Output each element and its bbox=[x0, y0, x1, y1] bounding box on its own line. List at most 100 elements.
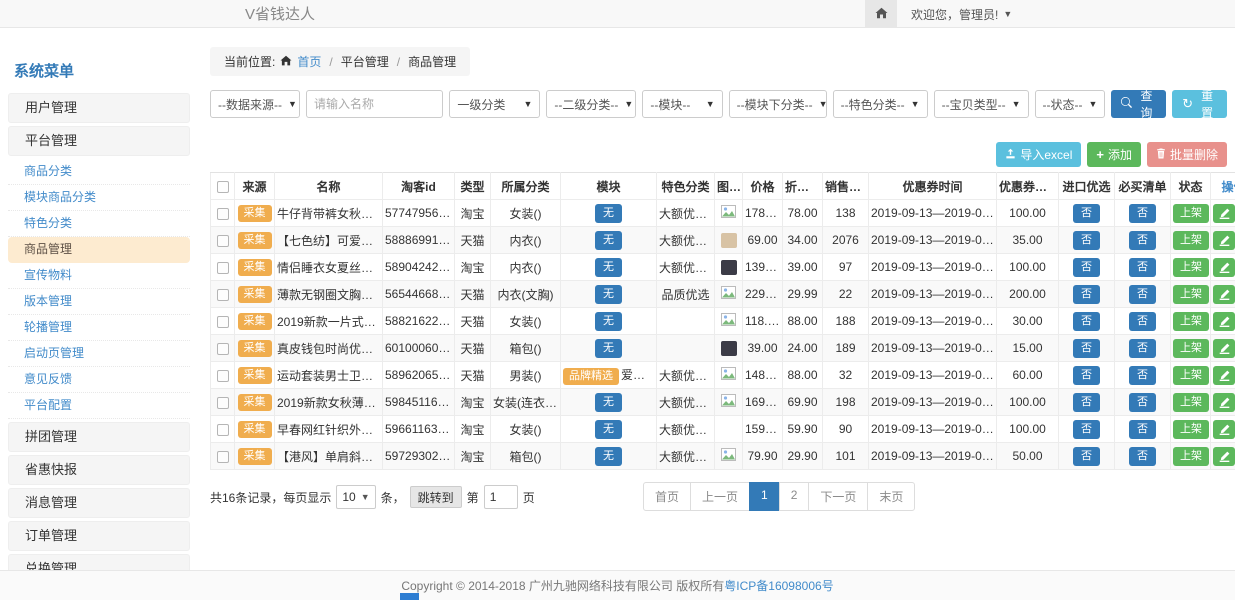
row-checkbox[interactable] bbox=[217, 235, 229, 247]
sidebar-item-platform-management[interactable]: 平台管理 bbox=[8, 126, 190, 156]
row-checkbox[interactable] bbox=[217, 316, 229, 328]
sidebar-item-goods-management[interactable]: 商品管理 bbox=[8, 237, 190, 263]
pager-item-首页[interactable]: 首页 bbox=[643, 482, 691, 511]
feature-category-select[interactable]: --特色分类--▼ bbox=[833, 90, 928, 118]
sidebar-item-module-goods-category[interactable]: 模块商品分类 bbox=[8, 185, 190, 211]
status-select[interactable]: --状态--▼ bbox=[1035, 90, 1106, 118]
import-optional-toggle[interactable]: 否 bbox=[1073, 285, 1100, 304]
must-buy-toggle[interactable]: 否 bbox=[1129, 420, 1156, 439]
must-buy-toggle[interactable]: 否 bbox=[1129, 258, 1156, 277]
import-optional-toggle[interactable]: 否 bbox=[1073, 231, 1100, 250]
status-badge[interactable]: 上架 bbox=[1173, 258, 1209, 277]
row-checkbox[interactable] bbox=[217, 262, 229, 274]
edit-button[interactable] bbox=[1213, 285, 1235, 304]
cell-type: 淘宝 bbox=[455, 389, 491, 416]
status-badge[interactable]: 上架 bbox=[1173, 420, 1209, 439]
import-optional-toggle[interactable]: 否 bbox=[1073, 258, 1100, 277]
edit-button[interactable] bbox=[1213, 393, 1235, 412]
sidebar-item-order-management[interactable]: 订单管理 bbox=[8, 521, 190, 551]
cell-category: 箱包() bbox=[491, 335, 561, 362]
row-checkbox[interactable] bbox=[217, 289, 229, 301]
sidebar-item-carousel-management[interactable]: 轮播管理 bbox=[8, 315, 190, 341]
row-checkbox[interactable] bbox=[217, 424, 229, 436]
user-menu[interactable]: 欢迎您，管理员! ▼ bbox=[897, 6, 1026, 23]
sidebar-item-splash-page-management[interactable]: 启动页管理 bbox=[8, 341, 190, 367]
row-checkbox[interactable] bbox=[217, 451, 229, 463]
edit-button[interactable] bbox=[1213, 420, 1235, 439]
sidebar-item-message-management[interactable]: 消息管理 bbox=[8, 488, 190, 518]
sidebar-item-goods-category[interactable]: 商品分类 bbox=[8, 159, 190, 185]
jump-button[interactable]: 跳转到 bbox=[410, 486, 462, 508]
select-all-checkbox[interactable] bbox=[217, 181, 229, 193]
page-number-input[interactable] bbox=[484, 485, 518, 509]
pager-item-2[interactable]: 2 bbox=[779, 482, 810, 511]
sidebar-item-feedback[interactable]: 意见反馈 bbox=[8, 367, 190, 393]
sidebar-item-feature-category[interactable]: 特色分类 bbox=[8, 211, 190, 237]
import-optional-toggle[interactable]: 否 bbox=[1073, 393, 1100, 412]
edit-button[interactable] bbox=[1213, 366, 1235, 385]
must-buy-toggle[interactable]: 否 bbox=[1129, 285, 1156, 304]
import-optional-toggle[interactable]: 否 bbox=[1073, 339, 1100, 358]
reset-button[interactable]: ↻ 重置 bbox=[1172, 90, 1227, 118]
must-buy-toggle[interactable]: 否 bbox=[1129, 393, 1156, 412]
breadcrumb-home-link[interactable]: 首页 bbox=[297, 53, 321, 70]
module-sub-category-select[interactable]: --模块下分类--▼ bbox=[729, 90, 827, 118]
category-level1-select[interactable]: 一级分类▼ bbox=[449, 90, 540, 118]
sidebar-item-promo-material[interactable]: 宣传物料 bbox=[8, 263, 190, 289]
must-buy-toggle[interactable]: 否 bbox=[1129, 339, 1156, 358]
pager-item-1[interactable]: 1 bbox=[749, 482, 780, 511]
cell-coupon-amount: 35.00 bbox=[997, 227, 1059, 254]
status-badge[interactable]: 上架 bbox=[1173, 312, 1209, 331]
status-badge[interactable]: 上架 bbox=[1173, 285, 1209, 304]
must-buy-toggle[interactable]: 否 bbox=[1129, 366, 1156, 385]
edit-button[interactable] bbox=[1213, 447, 1235, 466]
data-source-select[interactable]: --数据来源--▼ bbox=[210, 90, 300, 118]
sidebar-item-saving-express[interactable]: 省惠快报 bbox=[8, 455, 190, 485]
search-button[interactable]: 查询 bbox=[1111, 90, 1166, 118]
per-page-select[interactable]: 10 ▼ bbox=[336, 485, 375, 509]
home-button[interactable] bbox=[865, 0, 897, 28]
row-checkbox[interactable] bbox=[217, 397, 229, 409]
edit-button[interactable] bbox=[1213, 231, 1235, 250]
status-badge[interactable]: 上架 bbox=[1173, 231, 1209, 250]
row-checkbox[interactable] bbox=[217, 370, 229, 382]
status-badge[interactable]: 上架 bbox=[1173, 447, 1209, 466]
status-badge[interactable]: 上架 bbox=[1173, 204, 1209, 223]
pager-item-末页[interactable]: 末页 bbox=[867, 482, 915, 511]
cell-icon bbox=[715, 362, 743, 389]
edit-button[interactable] bbox=[1213, 258, 1235, 277]
name-input[interactable] bbox=[314, 97, 435, 111]
batch-delete-button[interactable]: 批量删除 bbox=[1147, 142, 1227, 167]
sidebar-item-version-management[interactable]: 版本管理 bbox=[8, 289, 190, 315]
row-checkbox[interactable] bbox=[217, 343, 229, 355]
status-badge[interactable]: 上架 bbox=[1173, 366, 1209, 385]
edit-button[interactable] bbox=[1213, 204, 1235, 223]
category-level2-select[interactable]: --二级分类--▼ bbox=[546, 90, 636, 118]
breadcrumb-item-platform[interactable]: 平台管理 bbox=[341, 53, 389, 70]
item-type-select[interactable]: --宝贝类型--▼ bbox=[934, 90, 1029, 118]
import-optional-toggle[interactable]: 否 bbox=[1073, 366, 1100, 385]
status-badge[interactable]: 上架 bbox=[1173, 393, 1209, 412]
pager-item-下一页[interactable]: 下一页 bbox=[808, 482, 868, 511]
import-optional-toggle[interactable]: 否 bbox=[1073, 204, 1100, 223]
status-badge[interactable]: 上架 bbox=[1173, 339, 1209, 358]
module-select[interactable]: --模块--▼ bbox=[642, 90, 722, 118]
pager-item-上一页[interactable]: 上一页 bbox=[690, 482, 750, 511]
row-checkbox[interactable] bbox=[217, 208, 229, 220]
import-optional-toggle[interactable]: 否 bbox=[1073, 447, 1100, 466]
must-buy-toggle[interactable]: 否 bbox=[1129, 231, 1156, 250]
must-buy-toggle[interactable]: 否 bbox=[1129, 312, 1156, 331]
icp-link[interactable]: 粤ICP备16098006号 bbox=[724, 577, 833, 594]
import-optional-toggle[interactable]: 否 bbox=[1073, 312, 1100, 331]
sidebar-item-user-management[interactable]: 用户管理 bbox=[8, 93, 190, 123]
edit-button[interactable] bbox=[1213, 312, 1235, 331]
must-buy-toggle[interactable]: 否 bbox=[1129, 204, 1156, 223]
module-none-badge: 无 bbox=[595, 339, 622, 358]
import-excel-button[interactable]: 导入excel bbox=[996, 142, 1081, 167]
sidebar-item-platform-config[interactable]: 平台配置 bbox=[8, 393, 190, 419]
must-buy-toggle[interactable]: 否 bbox=[1129, 447, 1156, 466]
import-optional-toggle[interactable]: 否 bbox=[1073, 420, 1100, 439]
edit-button[interactable] bbox=[1213, 339, 1235, 358]
add-button[interactable]: + 添加 bbox=[1087, 142, 1141, 167]
sidebar-item-group-buy-management[interactable]: 拼团管理 bbox=[8, 422, 190, 452]
